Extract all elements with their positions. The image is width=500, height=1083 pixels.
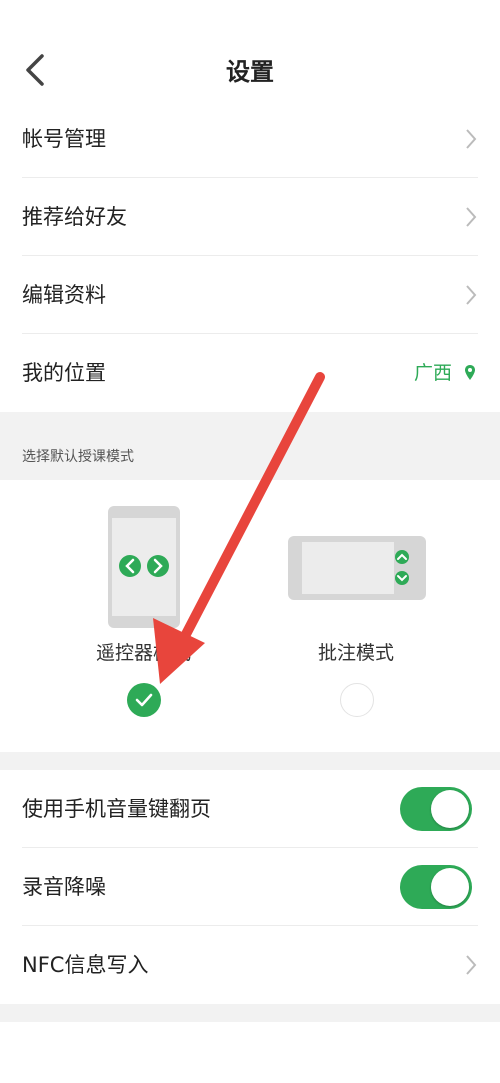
noise-reduction-toggle[interactable] [400, 865, 472, 909]
down-arrow-icon [395, 571, 409, 585]
setting-label: 使用手机音量键翻页 [22, 797, 211, 821]
annotation-mode-radio[interactable] [340, 683, 374, 717]
menu-item-recommend[interactable]: 推荐给好友 [0, 178, 500, 256]
menu-item-edit-profile[interactable]: 编辑资料 [0, 256, 500, 334]
up-arrow-icon [395, 550, 409, 564]
location-label: 我的位置 [22, 361, 106, 385]
annotation-mode-illustration[interactable] [286, 534, 428, 602]
setting-noise-reduction: 录音降噪 [0, 848, 500, 926]
chevron-right-icon [466, 285, 477, 305]
menu-item-label: 帐号管理 [22, 127, 106, 151]
menu-item-location[interactable]: 我的位置 广西 [0, 334, 500, 412]
page-title: 设置 [226, 58, 274, 86]
chevron-right-icon [466, 955, 477, 975]
setting-label: NFC信息写入 [22, 953, 149, 977]
annotation-mode-label[interactable]: 批注模式 [318, 638, 394, 665]
setting-label: 录音降噪 [22, 875, 106, 899]
section-gap [0, 752, 500, 770]
next-arrow-icon [147, 555, 169, 577]
check-icon [135, 693, 153, 707]
remote-mode-radio-selected[interactable] [127, 683, 161, 717]
mode-panel [0, 480, 500, 752]
section-title: 选择默认授课模式 [22, 449, 134, 465]
remote-mode-illustration[interactable] [106, 504, 182, 630]
chevron-right-icon [466, 129, 477, 149]
chevron-right-icon [466, 207, 477, 227]
location-pin-icon [465, 365, 475, 380]
prev-arrow-icon [119, 555, 141, 577]
menu-item-label: 编辑资料 [22, 283, 106, 307]
section-gap [0, 1004, 500, 1022]
location-value: 广西 [413, 362, 452, 384]
menu-item-label: 推荐给好友 [22, 205, 127, 229]
setting-nfc-write[interactable]: NFC信息写入 [0, 926, 500, 1004]
remote-mode-label[interactable]: 遥控器模式 [96, 638, 191, 665]
menu-item-account[interactable]: 帐号管理 [0, 100, 500, 178]
volume-key-toggle[interactable] [400, 787, 472, 831]
setting-volume-key-page-turn: 使用手机音量键翻页 [0, 770, 500, 848]
